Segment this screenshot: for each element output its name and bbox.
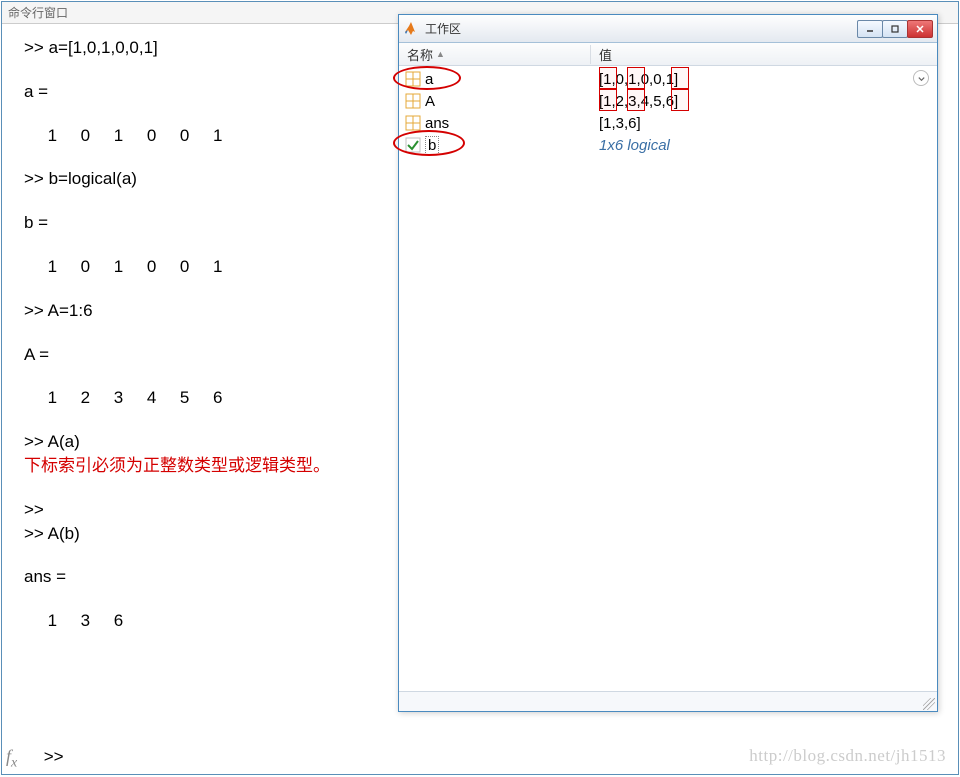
variable-name: ans [425, 115, 449, 132]
column-header-name[interactable]: 名称 ▲ [399, 45, 591, 64]
variable-name: b [425, 136, 439, 155]
workspace-row[interactable]: ans [1,3,6] [399, 112, 937, 134]
maximize-button[interactable] [882, 20, 908, 38]
workspace-variable-list[interactable]: a [1,0,1,0,0,1] A [1,2,3,4,5,6] [399, 66, 937, 691]
variable-name: A [425, 93, 435, 110]
command-window-panel: 命令行窗口 >> a=[1,0,1,0,0,1] a = 1 0 1 0 0 1… [1, 1, 959, 775]
resize-grip-icon[interactable] [923, 698, 935, 710]
workspace-row[interactable]: A [1,2,3,4,5,6] [399, 90, 937, 112]
workspace-row[interactable]: b 1x6 logical [399, 134, 937, 156]
workspace-row[interactable]: a [1,0,1,0,0,1] [399, 68, 937, 90]
variable-value: [1,2,3,4,5,6] [591, 93, 937, 110]
variable-numeric-icon [405, 115, 421, 131]
matlab-icon [403, 21, 419, 37]
variable-logical-icon [405, 137, 421, 153]
variable-name: a [425, 71, 433, 88]
variable-value: [1,3,6] [591, 115, 937, 132]
fx-icon[interactable]: fx >> [6, 746, 64, 772]
watermark: http://blog.csdn.net/jh1513 [749, 746, 946, 766]
cmd-prompt[interactable]: >> [44, 747, 64, 766]
minimize-button[interactable] [857, 20, 883, 38]
workspace-statusbar [399, 691, 937, 711]
close-button[interactable] [907, 20, 933, 38]
variable-numeric-icon [405, 93, 421, 109]
variable-numeric-icon [405, 71, 421, 87]
variable-value: [1,0,1,0,0,1] [591, 71, 937, 88]
sort-asc-icon: ▲ [436, 49, 445, 59]
workspace-titlebar[interactable]: 工作区 [399, 15, 937, 43]
column-header-value[interactable]: 值 [591, 45, 937, 64]
workspace-column-headers[interactable]: 名称 ▲ 值 [399, 43, 937, 66]
variable-value: 1x6 logical [591, 137, 937, 154]
column-options-button[interactable] [913, 70, 929, 86]
workspace-window[interactable]: 工作区 名称 ▲ 值 [398, 14, 938, 712]
workspace-title: 工作区 [425, 20, 852, 37]
